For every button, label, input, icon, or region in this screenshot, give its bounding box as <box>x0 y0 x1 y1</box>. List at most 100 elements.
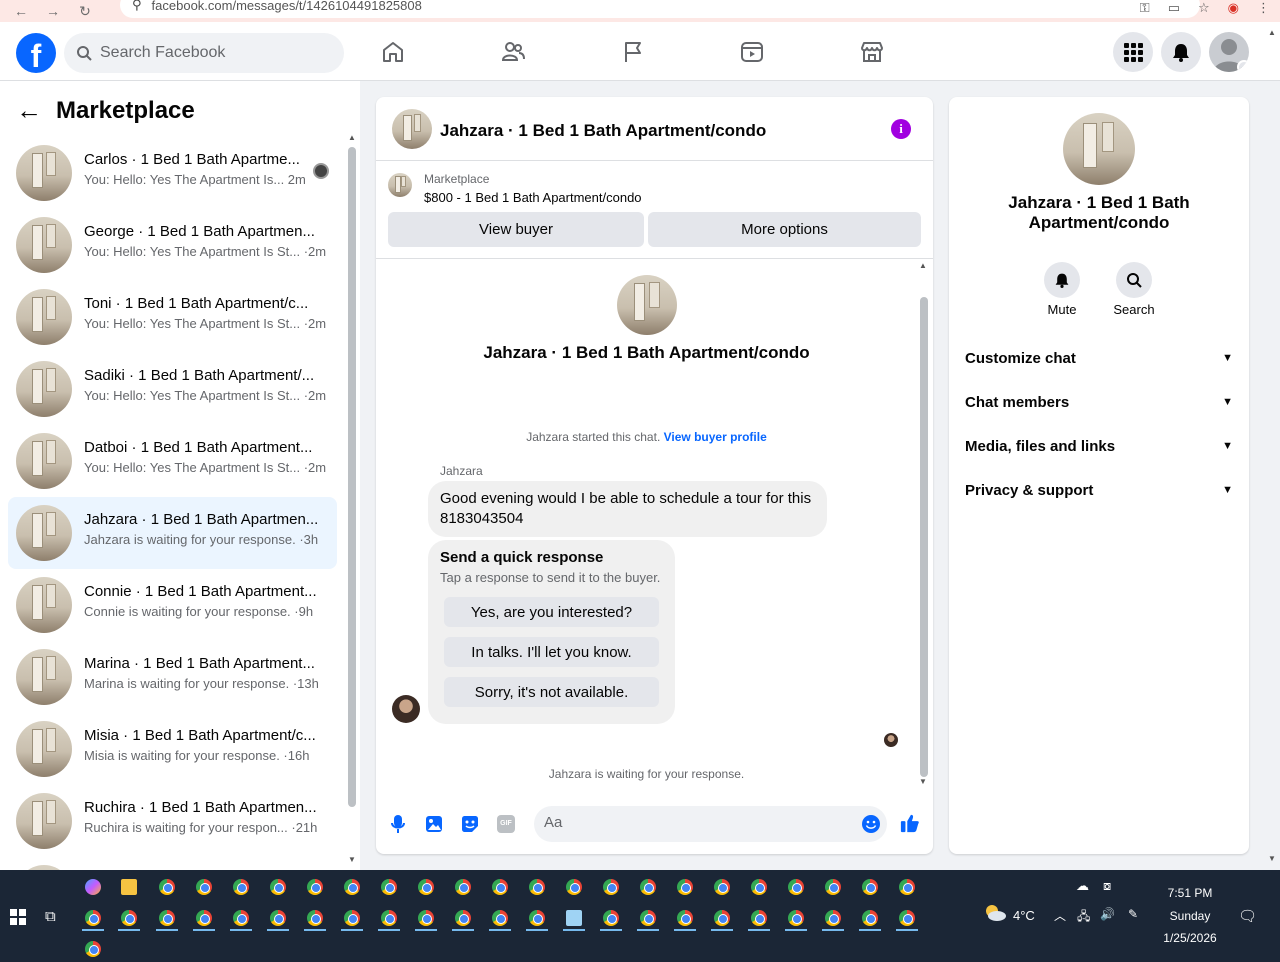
chrome-icon[interactable] <box>344 910 360 926</box>
chrome-icon[interactable] <box>455 879 471 895</box>
chrome-icon[interactable] <box>492 879 508 895</box>
conversation-item[interactable]: Toni · 1 Bed 1 Bath Apartment/c... You: H… <box>8 281 337 353</box>
message-input[interactable] <box>544 814 844 831</box>
scroll-down-icon[interactable]: ▼ <box>919 777 927 786</box>
account-avatar[interactable] <box>1209 32 1249 72</box>
photo-icon[interactable] <box>424 814 444 834</box>
chrome-icon[interactable] <box>825 910 841 926</box>
chrome-icon[interactable] <box>307 879 323 895</box>
pages-flag-icon[interactable] <box>618 37 648 67</box>
clock-date[interactable]: 1/25/2026 <box>1155 931 1225 945</box>
password-key-icon[interactable]: ⚿ <box>1140 0 1150 16</box>
volume-icon[interactable]: 🔊 <box>1100 907 1115 921</box>
chrome-icon[interactable] <box>85 910 101 926</box>
chrome-icon[interactable] <box>529 910 545 926</box>
file-explorer-icon[interactable] <box>121 879 137 895</box>
chrome-icon[interactable] <box>233 879 249 895</box>
cloud-sync-icon[interactable]: ☁ <box>1076 878 1089 894</box>
thumbs-up-icon[interactable] <box>900 813 920 833</box>
chrome-icon[interactable] <box>788 879 804 895</box>
conversation-item[interactable]: Carlos · 1 Bed 1 Bath Apartme... You: Hel… <box>8 137 337 209</box>
chrome-icon[interactable] <box>566 879 582 895</box>
conversation-item[interactable]: Connie · 1 Bed 1 Bath Apartment... Connie… <box>8 569 337 641</box>
chrome-icon[interactable] <box>307 910 323 926</box>
scroll-down-icon[interactable]: ▼ <box>1268 854 1276 863</box>
chrome-icon[interactable] <box>677 879 693 895</box>
search-input[interactable] <box>100 44 320 62</box>
media-files-links-section[interactable]: Media, files and links ▼ <box>965 426 1233 466</box>
notifications-bell-icon[interactable] <box>1161 32 1201 72</box>
conversation-item[interactable]: Misia · 1 Bed 1 Bath Apartment/c... Misia… <box>8 713 337 785</box>
chrome-icon[interactable] <box>159 879 175 895</box>
chrome-icon[interactable] <box>751 879 767 895</box>
chrome-icon[interactable] <box>714 910 730 926</box>
search-in-chat-button[interactable]: Search <box>1109 262 1159 317</box>
chrome-icon[interactable] <box>159 910 175 926</box>
home-icon[interactable] <box>378 37 408 67</box>
chat-members-section[interactable]: Chat members ▼ <box>965 382 1233 422</box>
chat-avatar[interactable] <box>392 109 432 149</box>
friends-icon[interactable] <box>498 37 528 67</box>
conversation-item[interactable]: Datboi · 1 Bed 1 Bath Apartment... You: H… <box>8 425 337 497</box>
chrome-icon[interactable] <box>603 910 619 926</box>
quick-reply-button[interactable]: Yes, are you interested? <box>444 597 659 627</box>
forward-arrow-icon[interactable]: → <box>42 3 64 19</box>
view-buyer-profile-link[interactable]: View buyer profile <box>664 430 767 444</box>
menu-grid-icon[interactable] <box>1113 32 1153 72</box>
chrome-icon[interactable] <box>714 879 730 895</box>
chrome-icon[interactable] <box>825 879 841 895</box>
chrome-icon[interactable] <box>270 910 286 926</box>
chrome-icon[interactable] <box>270 879 286 895</box>
gif-icon[interactable]: GIF <box>496 814 516 834</box>
conversation-item[interactable]: Ruchira · 1 Bed 1 Bath Apartmen... Ruchir… <box>8 785 337 857</box>
listing-price-title[interactable]: $800 - 1 Bed 1 Bath Apartment/condo <box>424 190 642 205</box>
customize-chat-section[interactable]: Customize chat ▼ <box>965 338 1233 378</box>
weather-icon[interactable] <box>983 903 1007 923</box>
view-buyer-button[interactable]: View buyer <box>388 212 644 247</box>
chrome-icon[interactable] <box>862 879 878 895</box>
video-icon[interactable] <box>737 37 767 67</box>
chrome-icon[interactable] <box>381 879 397 895</box>
tray-chevron-icon[interactable]: ︿ <box>1054 907 1066 924</box>
sidebar-scrollbar[interactable]: ▲ ▼ <box>347 133 357 864</box>
back-arrow-icon[interactable]: ← <box>16 95 42 126</box>
conversation-item[interactable]: Sadiki · 1 Bed 1 Bath Apartment/... You: … <box>8 353 337 425</box>
chrome-icon[interactable] <box>788 910 804 926</box>
chrome-icon[interactable] <box>344 879 360 895</box>
chrome-icon[interactable] <box>233 910 249 926</box>
reload-icon[interactable]: ↻ <box>74 3 96 20</box>
chrome-icon[interactable] <box>751 910 767 926</box>
task-view-icon[interactable]: ⧉ <box>45 908 56 925</box>
chrome-icon[interactable] <box>640 879 656 895</box>
bookmark-star-icon[interactable]: ☆ <box>1198 0 1210 16</box>
windows-start-icon[interactable] <box>10 909 26 930</box>
cast-icon[interactable]: ▭ <box>1168 0 1180 16</box>
conversation-item[interactable]: Jahzara · 1 Bed 1 Bath Apartmen... Jahzar… <box>8 497 337 569</box>
mute-button[interactable]: Mute <box>1037 262 1087 317</box>
chrome-icon[interactable] <box>862 910 878 926</box>
kebab-menu-icon[interactable]: ⋮ <box>1257 0 1270 16</box>
chrome-icon[interactable] <box>121 910 137 926</box>
chrome-icon[interactable] <box>418 910 434 926</box>
chrome-icon[interactable] <box>603 879 619 895</box>
emoji-icon[interactable] <box>861 814 881 834</box>
quick-reply-button[interactable]: In talks. I'll let you know. <box>444 637 659 667</box>
notepad-icon[interactable] <box>566 910 582 926</box>
scroll-down-icon[interactable]: ▼ <box>347 855 357 864</box>
notification-center-icon[interactable]: 🗨 <box>1238 907 1257 925</box>
clock-day[interactable]: Sunday <box>1160 909 1220 923</box>
network-icon[interactable]: 🖧 <box>1077 907 1090 928</box>
chrome-icon[interactable] <box>418 879 434 895</box>
address-bar[interactable]: ⚲ facebook.com/messages/t/14261044918258… <box>120 0 1200 18</box>
chrome-icon[interactable] <box>492 910 508 926</box>
message-input-box[interactable] <box>534 806 887 842</box>
privacy-support-section[interactable]: Privacy & support ▼ <box>965 470 1233 510</box>
page-scrollbar[interactable]: ▲ ▼ <box>1266 28 1278 868</box>
chat-scrollbar[interactable]: ▲ ▼ <box>917 259 931 789</box>
chrome-icon[interactable] <box>640 910 656 926</box>
chrome-icon[interactable] <box>899 879 915 895</box>
back-arrow-icon[interactable]: ← <box>10 3 32 19</box>
chrome-icon[interactable] <box>455 910 471 926</box>
info-icon[interactable]: i <box>891 119 911 139</box>
scrollbar-thumb[interactable] <box>920 297 928 777</box>
